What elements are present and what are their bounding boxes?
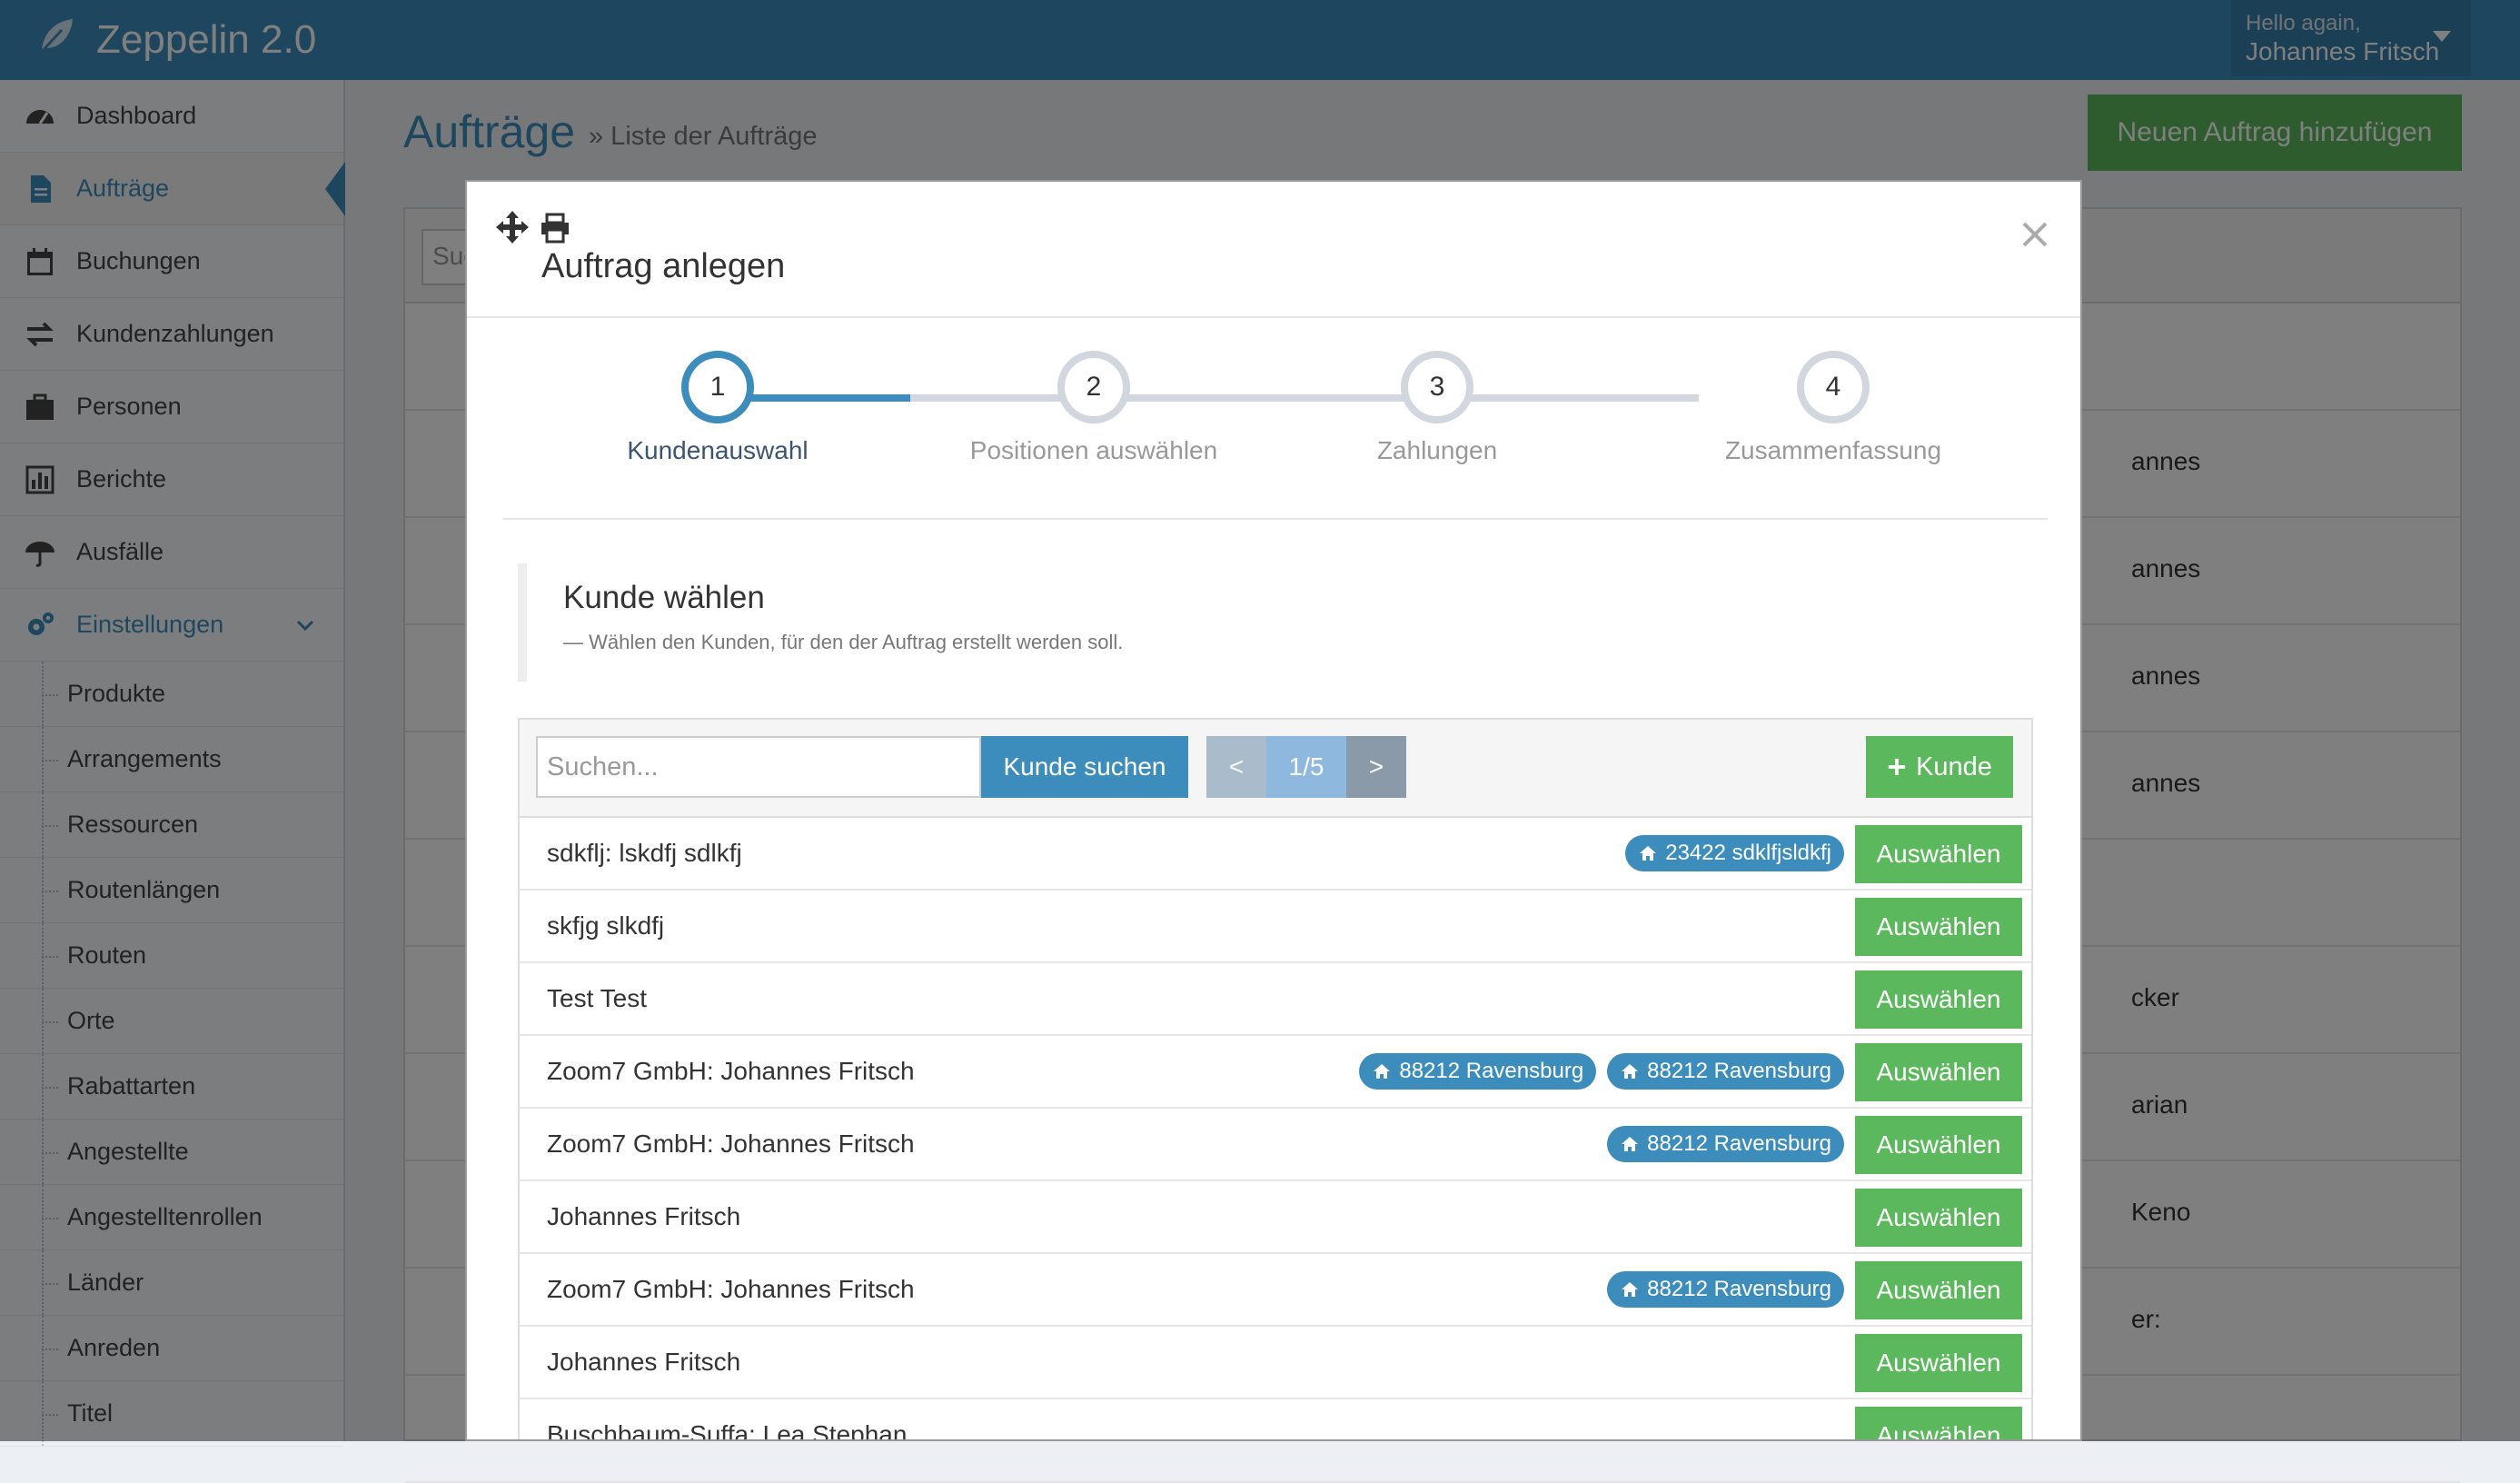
address-text: 88212 Ravensburg	[1647, 1131, 1831, 1156]
address-text: 88212 Ravensburg	[1399, 1059, 1584, 1083]
add-customer-button[interactable]: Kunde	[1866, 736, 2013, 798]
select-customer-button[interactable]: Auswählen	[1855, 1261, 2022, 1319]
customer-name: skfjg slkdfj	[547, 911, 665, 940]
list-item: Test Test Auswählen	[520, 963, 2031, 1036]
pager-current: 1/5	[1266, 736, 1346, 798]
add-customer-label: Kunde	[1916, 751, 1992, 781]
create-order-modal: Auftrag anlegen 1 Kundenauswahl 2 Positi…	[465, 180, 2082, 1441]
step-number: 3	[1401, 351, 1473, 423]
step-positionen[interactable]: 2 Positionen auswählen	[957, 351, 1230, 465]
list-item: Johannes Fritsch Auswählen	[520, 1327, 2031, 1399]
customer-name: Zoom7 GmbH: Johannes Fritsch	[547, 1130, 915, 1158]
step-label: Zusammenfassung	[1724, 436, 1942, 464]
section-hint: — Wählen den Kunden, für den der Auftrag…	[563, 631, 1124, 653]
step-wizard: 1 Kundenauswahl 2 Positionen auswählen 3…	[503, 351, 2048, 520]
customer-name: Test Test	[547, 984, 647, 1012]
list-item: sdkflj: lskdfj sdlkfj 23422 sdklfjsldkfj…	[520, 818, 2031, 891]
plus-icon	[1888, 758, 1906, 776]
address-badge: 88212 Ravensburg	[1607, 1271, 1844, 1308]
step-number: 1	[681, 351, 754, 423]
customer-search-input[interactable]	[536, 736, 981, 798]
customer-name: Zoom7 GmbH: Johannes Fritsch	[547, 1057, 915, 1085]
select-customer-button[interactable]: Auswählen	[1855, 1189, 2022, 1247]
list-item: Johannes Fritsch Auswählen	[520, 1181, 2031, 1254]
address-text: 88212 Ravensburg	[1647, 1277, 1831, 1301]
move-icon[interactable]	[494, 209, 531, 245]
address-badge: 88212 Ravensburg	[1607, 1053, 1844, 1090]
step-number: 4	[1797, 351, 1870, 423]
step-number: 2	[1057, 351, 1130, 423]
select-customer-button[interactable]: Auswählen	[1855, 1116, 2022, 1174]
select-customer-button[interactable]: Auswählen	[1855, 1334, 2022, 1392]
modal-title: Auftrag anlegen	[541, 247, 786, 285]
step-label: Zahlungen	[1376, 436, 1498, 464]
customer-name: Johannes Fritsch	[547, 1202, 741, 1230]
pager-next-button[interactable]: >	[1346, 736, 1406, 798]
customer-panel: Kunde suchen < 1/5 > Kunde sdkflj: lskdf…	[518, 718, 2033, 1441]
close-icon[interactable]	[2017, 216, 2053, 253]
step-zusammenfassung[interactable]: 4 Zusammenfassung	[1697, 351, 1969, 465]
address-badge: 88212 Ravensburg	[1607, 1126, 1844, 1162]
home-icon	[1622, 1137, 1639, 1151]
home-icon	[1374, 1064, 1391, 1079]
step-zahlungen[interactable]: 3 Zahlungen	[1301, 351, 1573, 465]
home-icon	[1640, 846, 1657, 861]
home-icon	[1622, 1064, 1639, 1079]
print-icon[interactable]	[540, 213, 570, 244]
address-text: 88212 Ravensburg	[1647, 1059, 1831, 1083]
step-kundenauswahl[interactable]: 1 Kundenauswahl	[581, 351, 854, 465]
address-text: 23422 sdklfjsldkfj	[1665, 841, 1831, 865]
list-item: Zoom7 GmbH: Johannes Fritsch 88212 Raven…	[520, 1036, 2031, 1109]
select-customer-button[interactable]: Auswählen	[1855, 1043, 2022, 1101]
select-customer-button[interactable]: Auswählen	[1855, 1407, 2022, 1439]
search-customer-button[interactable]: Kunde suchen	[981, 736, 1188, 798]
section-callout: Kunde wählen — Wählen den Kunden, für de…	[518, 563, 2044, 682]
modal-header: Auftrag anlegen	[467, 182, 2080, 318]
home-icon	[1622, 1282, 1639, 1297]
select-customer-button[interactable]: Auswählen	[1855, 898, 2022, 956]
customer-name: Zoom7 GmbH: Johannes Fritsch	[547, 1275, 915, 1303]
pager-prev-button[interactable]: <	[1206, 736, 1266, 798]
section-title: Kunde wählen	[563, 580, 765, 615]
address-badge: 23422 sdklfjsldkfj	[1625, 835, 1844, 871]
list-item: Zoom7 GmbH: Johannes Fritsch 88212 Raven…	[520, 1254, 2031, 1327]
select-customer-button[interactable]: Auswählen	[1855, 825, 2022, 883]
list-item: Zoom7 GmbH: Johannes Fritsch 88212 Raven…	[520, 1109, 2031, 1181]
pagination: < 1/5 >	[1206, 736, 1406, 798]
step-label: Kundenauswahl	[627, 436, 809, 464]
select-customer-button[interactable]: Auswählen	[1855, 970, 2022, 1029]
address-badge: 88212 Ravensburg	[1359, 1053, 1597, 1090]
list-item: skfjg slkdfj Auswählen	[520, 891, 2031, 963]
step-label: Positionen auswählen	[969, 436, 1218, 464]
customer-name: Johannes Fritsch	[547, 1348, 741, 1376]
customer-name: Buschbaum-Suffa: Lea Stephan	[547, 1420, 908, 1441]
list-item: Buschbaum-Suffa: Lea Stephan Auswählen	[520, 1399, 2031, 1441]
customer-name: sdkflj: lskdfj sdlkfj	[547, 839, 742, 867]
customer-toolbar: Kunde suchen < 1/5 > Kunde	[520, 720, 2031, 818]
